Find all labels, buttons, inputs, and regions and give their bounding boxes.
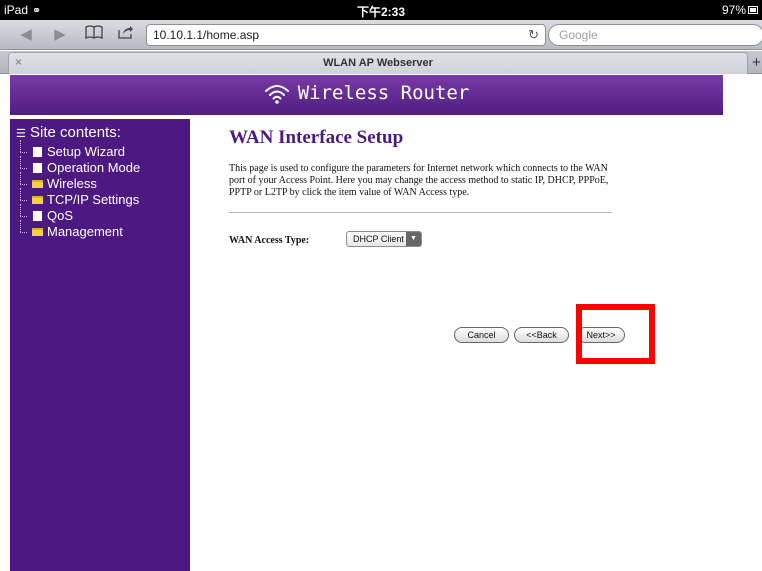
cancel-button[interactable]: Cancel <box>454 327 509 343</box>
sidebar-item-label: Operation Mode <box>47 160 141 175</box>
sidebar-item-qos[interactable]: QoS <box>16 204 190 224</box>
sidebar-title: ☰ Site contents: <box>16 125 190 142</box>
share-arrow-icon <box>118 26 133 39</box>
sidebar-item-label: QoS <box>47 208 74 223</box>
wan-access-selected-value: DHCP Client <box>353 234 404 244</box>
banner-content: Wireless Router <box>10 82 723 105</box>
tab-title: WLAN AP Webserver <box>323 57 433 69</box>
document-icon <box>33 163 42 173</box>
tree-root-icon: ☰ <box>16 128 26 140</box>
wifi-icon <box>264 84 289 104</box>
back-button[interactable]: <<Back <box>514 327 569 343</box>
battery-percent: 97% <box>721 3 746 17</box>
divider <box>229 212 612 213</box>
battery-icon <box>748 6 758 14</box>
book-icon <box>85 25 103 40</box>
wan-access-label: WAN Access Type: <box>229 235 310 246</box>
new-tab-button[interactable]: + <box>752 54 762 72</box>
bookmarks-icon[interactable] <box>82 25 106 45</box>
tab-wlan-webserver[interactable]: × WLAN AP Webserver <box>8 52 748 74</box>
reload-icon[interactable]: ↻ <box>528 27 539 43</box>
sidebar-item-management[interactable]: Management <box>16 220 190 240</box>
sidebar-item-label: Setup Wizard <box>47 144 126 159</box>
url-field[interactable]: 10.10.1.1/home.asp ↻ <box>146 24 546 46</box>
share-icon[interactable] <box>114 25 138 45</box>
url-text: 10.10.1.1/home.asp <box>153 28 260 42</box>
chevron-down-icon: ▼ <box>406 232 421 246</box>
sidebar-item-wireless[interactable]: Wireless <box>16 172 190 192</box>
tab-bar: × WLAN AP Webserver + <box>0 51 762 74</box>
browser-toolbar: ◀ ▶ 10.10.1.1/home.asp ↻ Google <box>0 20 762 50</box>
battery-indicator: 97% <box>722 3 758 17</box>
main-content: WAN Interface Setup This page is used to… <box>201 127 621 247</box>
back-arrow-icon[interactable]: ◀ <box>14 25 38 45</box>
sidebar-item-label: Management <box>47 224 123 239</box>
search-placeholder: Google <box>559 28 598 42</box>
search-input[interactable]: Google <box>548 24 762 46</box>
folder-icon <box>32 196 43 204</box>
sidebar-item-setup-wizard[interactable]: Setup Wizard <box>16 140 190 160</box>
sidebar-item-label: TCP/IP Settings <box>47 192 140 207</box>
router-banner: Wireless Router <box>10 75 723 115</box>
sidebar-item-tcpip-settings[interactable]: TCP/IP Settings <box>16 188 190 208</box>
sidebar: ☰ Site contents: Setup Wizard Operation M… <box>10 119 190 571</box>
sidebar-item-operation-mode[interactable]: Operation Mode <box>16 156 190 176</box>
banner-title: Wireless Router <box>297 82 470 104</box>
page-description: This page is used to configure the param… <box>229 163 609 198</box>
folder-icon <box>32 228 43 236</box>
document-icon <box>33 147 42 157</box>
wan-access-type-select[interactable]: DHCP Client ▼ <box>346 231 422 247</box>
clock: 下午2:33 <box>356 5 406 19</box>
sidebar-item-label: Wireless <box>47 176 97 191</box>
forward-arrow-icon[interactable]: ▶ <box>48 25 72 45</box>
highlight-box <box>576 304 655 364</box>
sidebar-title-text: Site contents: <box>30 124 121 141</box>
status-bar: iPad ⚭ 下午2:33 97% <box>0 0 762 20</box>
folder-icon <box>32 180 43 188</box>
page-title: WAN Interface Setup <box>229 127 404 148</box>
document-icon <box>33 211 42 221</box>
